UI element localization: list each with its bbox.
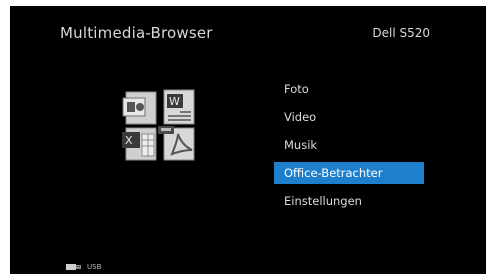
presentation-doc-icon [122,91,157,125]
menu-item-label: Foto [284,82,309,96]
pdf-doc-icon [158,126,195,161]
app-title: Multimedia-Browser [60,24,213,42]
menu-item-foto[interactable]: Foto [274,78,424,100]
menu-item-einstellungen[interactable]: Einstellungen [274,190,424,212]
media-menu: Foto Video Musik Office-Betrachter Einst… [274,78,424,218]
menu-item-office-betrachter[interactable]: Office-Betrachter [274,162,424,184]
usb-drive-icon [66,264,81,270]
menu-item-label: Office-Betrachter [284,166,383,180]
spreadsheet-doc-icon: X [122,127,157,161]
office-documents-icon: W X [122,89,195,161]
menu-item-video[interactable]: Video [274,106,424,128]
menu-item-label: Musik [284,138,318,152]
menu-item-musik[interactable]: Musik [274,134,424,156]
source-status: USB [66,262,101,272]
menu-item-label: Einstellungen [284,194,362,208]
svg-text:W: W [169,95,180,108]
source-label: USB [87,263,102,271]
menu-item-label: Video [284,110,317,124]
word-doc-icon: W [163,89,195,125]
device-name: Dell S520 [372,26,430,40]
multimedia-browser-screen: Multimedia-Browser Dell S520 W X Foto Vi… [10,6,486,274]
svg-text:X: X [125,134,133,147]
